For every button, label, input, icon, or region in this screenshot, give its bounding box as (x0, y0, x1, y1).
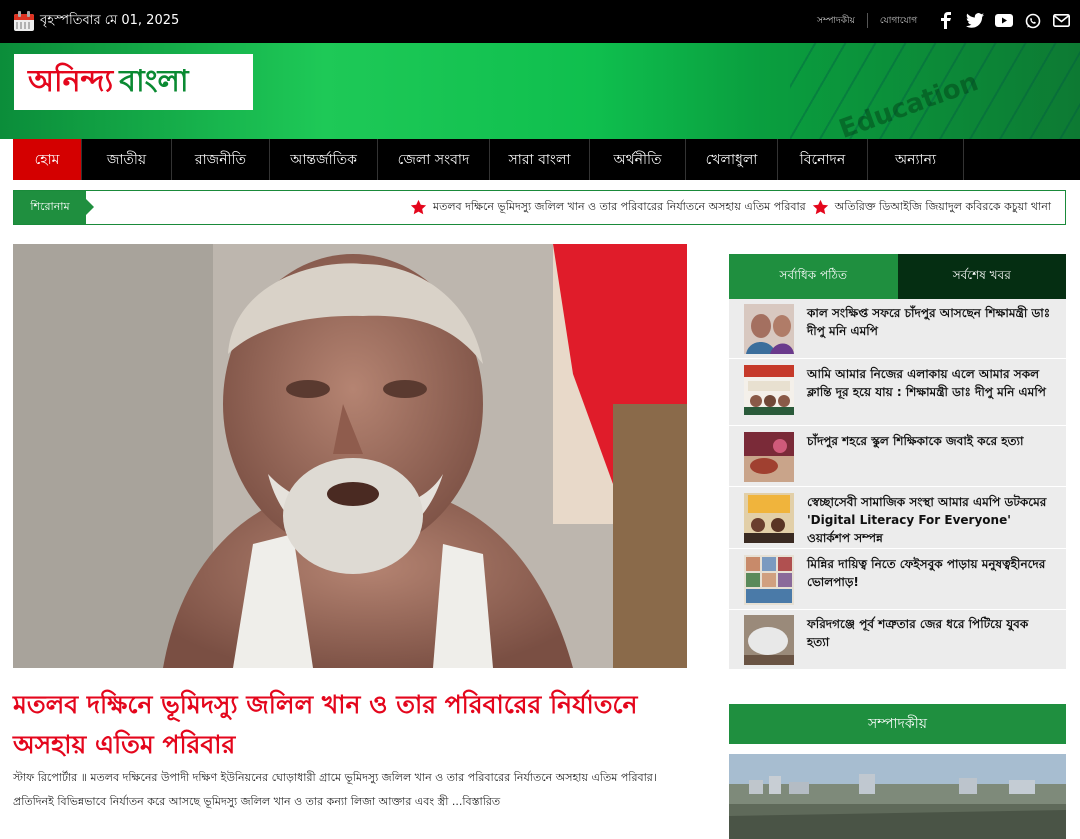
article-thumbnail[interactable] (744, 365, 794, 415)
article-title[interactable]: মিন্নির দায়িত্ব নিতে ফেইসবুক পাড়ায় মন… (807, 555, 1052, 591)
top-links: সম্পাদকীয় যোগাযোগ (805, 13, 929, 28)
article-title[interactable]: ফরিদগঞ্জে পূর্ব শত্রুতার জের ধরে পিটিয়ে… (807, 615, 1052, 651)
headline-ticker: মতলব দক্ষিনে ভূমিদস্যু জলিল খান ও তার পর… (13, 190, 1066, 225)
nav-item-home[interactable]: হোম (13, 139, 82, 180)
article-title[interactable]: আমি আমার নিজের এলাকায় এলে আমার সকল ক্লা… (807, 365, 1052, 401)
editorial-link[interactable]: সম্পাদকীয় (805, 13, 867, 28)
list-item[interactable]: মিন্নির দায়িত্ব নিতে ফেইসবুক পাড়ায় মন… (729, 550, 1066, 610)
nav-item-entertainment[interactable]: বিনোদন (778, 139, 868, 180)
contact-link[interactable]: যোগাযোগ (866, 13, 929, 28)
site-logo[interactable]: অনিন্দ্য বাংলা (14, 54, 253, 110)
list-item[interactable]: চাঁদপুর শহরে স্কুল শিক্ষিকাকে জবাই করে হ… (729, 427, 1066, 487)
star-icon (812, 199, 828, 215)
nav-item-international[interactable]: আন্তর্জাতিক (270, 139, 378, 180)
top-bar: বৃহস্পতিবার মে 01, 2025 সম্পাদকীয় যোগায… (0, 0, 1080, 43)
list-item[interactable]: স্বেচ্ছাসেবী সামাজিক সংস্থা আমার এমপি ডট… (729, 488, 1066, 549)
lead-story-summary: স্টাফ রিপোর্টার ॥ মতলব দক্ষিনের উপাদী দক… (13, 766, 687, 814)
nav-item-economy[interactable]: অর্থনীতি (590, 139, 686, 180)
ticker-track: মতলব দক্ষিনে ভূমিদস্যু জলিল খান ও তার পর… (410, 191, 1057, 224)
tab-most-read[interactable]: সর্বাধিক পঠিত (729, 254, 898, 299)
main-nav: হোম জাতীয় রাজনীতি আন্তর্জাতিক জেলা সংবা… (13, 139, 1080, 180)
read-more-link[interactable]: ...বিস্তারিত (452, 795, 500, 808)
ticker-item[interactable]: মতলব দক্ষিনে ভূমিদস্যু জলিল খান ও তার পর… (433, 198, 806, 217)
ticker-item[interactable]: অতিরিক্ত ডিআইজি জিয়াদুল কবিরকে কচুয়া থ… (835, 198, 1051, 217)
star-icon (410, 199, 427, 215)
youtube-icon[interactable] (994, 11, 1013, 30)
nav-item-country[interactable]: সারা বাংলা (490, 139, 590, 180)
social-links (936, 11, 1071, 30)
whatsapp-icon[interactable] (1023, 11, 1042, 30)
article-thumbnail[interactable] (744, 432, 794, 482)
calendar-icon (13, 10, 35, 32)
facebook-icon[interactable] (936, 11, 955, 30)
date-display: বৃহস্পতিবার মে 01, 2025 (13, 10, 179, 32)
article-thumbnail[interactable] (744, 555, 794, 605)
date-text: বৃহস্পতিবার মে 01, 2025 (40, 12, 180, 28)
nav-item-sports[interactable]: খেলাধুলা (686, 139, 778, 180)
tab-latest-news[interactable]: সর্বশেষ খবর (897, 254, 1066, 299)
list-item[interactable]: কাল সংক্ষিপ্ত সফরে চাঁদপুর আসছেন শিক্ষাম… (729, 299, 1066, 359)
article-title[interactable]: স্বেচ্ছাসেবী সামাজিক সংস্থা আমার এমপি ডট… (807, 493, 1052, 547)
article-thumbnail[interactable] (744, 493, 794, 543)
nav-item-others[interactable]: অন্যান্য (868, 139, 964, 180)
lead-story-image[interactable] (13, 244, 687, 668)
nav-item-national[interactable]: জাতীয় (82, 139, 172, 180)
list-item[interactable]: ফরিদগঞ্জে পূর্ব শত্রুতার জের ধরে পিটিয়ে… (729, 611, 1066, 669)
article-title[interactable]: চাঁদপুর শহরে স্কুল শিক্ষিকাকে জবাই করে হ… (807, 432, 1052, 450)
list-item[interactable]: আমি আমার নিজের এলাকায় এলে আমার সকল ক্লা… (729, 360, 1066, 426)
twitter-icon[interactable] (965, 11, 984, 30)
article-thumbnail[interactable] (744, 615, 794, 665)
editorial-header[interactable]: সম্পাদকীয় (729, 704, 1066, 744)
article-title[interactable]: কাল সংক্ষিপ্ত সফরে চাঁদপুর আসছেন শিক্ষাম… (807, 304, 1052, 340)
sidebar-tabs: সর্বাধিক পঠিত সর্বশেষ খবর (729, 254, 1066, 299)
ticker-label: শিরোনাম (14, 191, 94, 224)
nav-item-district-news[interactable]: জেলা সংবাদ (378, 139, 490, 180)
editorial-image[interactable] (729, 754, 1066, 839)
lead-story-title[interactable]: মতলব দক্ষিনে ভূমিদস্যু জলিল খান ও তার পর… (13, 685, 687, 765)
latest-news-list: কাল সংক্ষিপ্ত সফরে চাঁদপুর আসছেন শিক্ষাম… (729, 299, 1066, 669)
nav-item-politics[interactable]: রাজনীতি (172, 139, 270, 180)
mail-icon[interactable] (1052, 11, 1071, 30)
article-thumbnail[interactable] (744, 304, 794, 354)
lead-story-summary-text: স্টাফ রিপোর্টার ॥ মতলব দক্ষিনের উপাদী দক… (13, 771, 657, 808)
